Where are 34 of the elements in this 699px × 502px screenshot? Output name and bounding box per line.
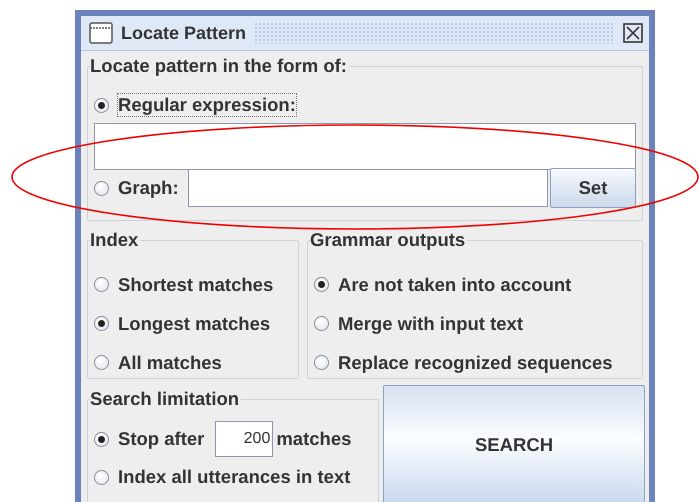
radio-button[interactable] xyxy=(94,355,109,370)
radio-button[interactable] xyxy=(314,355,329,370)
radio-button[interactable] xyxy=(314,277,329,292)
set-button[interactable]: Set xyxy=(550,168,636,208)
option-label[interactable]: All matches xyxy=(117,350,223,374)
option-label[interactable]: Regular expression: xyxy=(117,93,297,117)
window-icon xyxy=(89,22,113,44)
radio-button[interactable] xyxy=(94,316,109,331)
number-field[interactable]: 200 xyxy=(215,421,274,457)
radio-button[interactable] xyxy=(94,432,109,446)
text-field[interactable] xyxy=(94,123,636,170)
unit-label: matches xyxy=(275,427,352,451)
option-label[interactable]: Merge with input text xyxy=(337,312,524,336)
option-label[interactable]: Shortest matches xyxy=(117,272,274,296)
radio-button[interactable] xyxy=(94,180,109,196)
option-label[interactable]: Are not taken into account xyxy=(337,272,572,296)
radio-button[interactable] xyxy=(314,316,329,331)
radio-button[interactable] xyxy=(94,98,109,112)
radio-button[interactable] xyxy=(94,277,109,292)
option-label[interactable]: Stop after xyxy=(117,427,206,451)
option-label[interactable]: Graph: xyxy=(117,176,180,200)
search-button[interactable]: SEARCH xyxy=(383,385,645,502)
group-title: Grammar outputs xyxy=(310,229,466,251)
group-title: Index xyxy=(90,229,140,251)
close-button[interactable] xyxy=(623,23,643,43)
option-label[interactable]: Longest matches xyxy=(117,312,272,336)
window-title: Locate Pattern xyxy=(121,22,246,44)
group-title: Search limitation xyxy=(90,388,240,410)
radio-button[interactable] xyxy=(94,470,109,484)
option-label[interactable]: Index all utterances in text xyxy=(117,465,352,489)
close-icon xyxy=(623,23,643,43)
text-field[interactable] xyxy=(188,169,548,207)
option-label[interactable]: Replace recognized sequences xyxy=(337,350,614,374)
group-title: Locate pattern in the form of: xyxy=(90,55,348,77)
